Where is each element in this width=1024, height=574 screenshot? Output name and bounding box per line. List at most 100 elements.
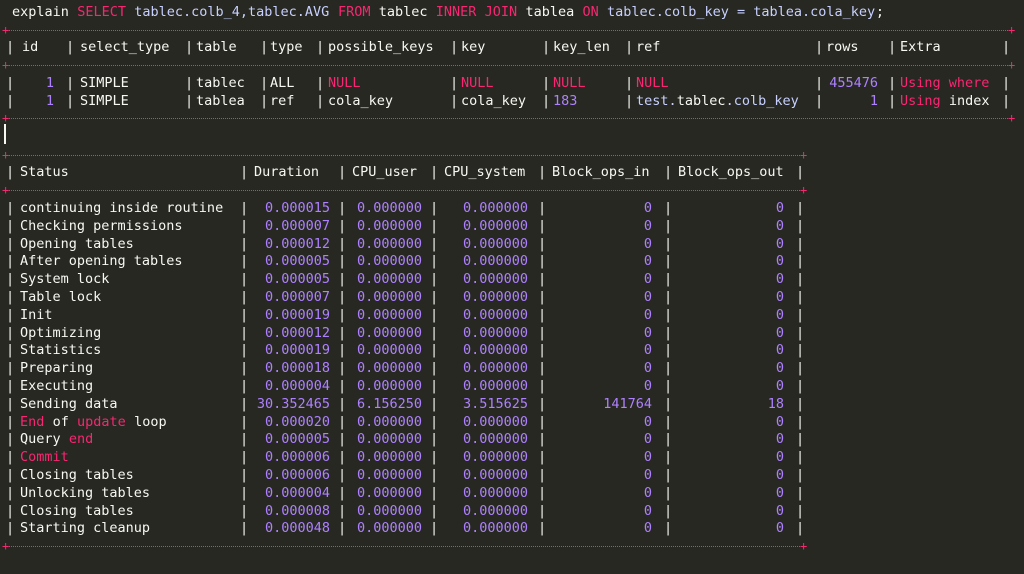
- column-separator: |: [6, 39, 15, 55]
- explain-header-select_type: select_type: [80, 39, 170, 55]
- profile-header-block-ops-in: Block_ops_in: [552, 164, 650, 180]
- column-separator: |: [6, 484, 15, 501]
- key-len-cell: 183: [553, 93, 578, 109]
- duration-cell: 0.000007: [264, 217, 330, 234]
- column-separator: |: [6, 342, 15, 359]
- query-token: tablec.colb_4,tablec.AVG: [134, 4, 338, 20]
- select-type-cell: SIMPLE: [80, 93, 129, 109]
- column-separator: |: [6, 395, 15, 412]
- status-cell: Optimizing: [20, 324, 102, 341]
- status-cell: Starting cleanup: [20, 520, 151, 537]
- cpu-system-cell: 0.000000: [462, 431, 528, 448]
- status-cell: Executing: [20, 378, 94, 394]
- block-ops-in-cell: 0: [643, 449, 652, 466]
- column-separator: |: [796, 467, 805, 483]
- profile-row: | | | | | | | Starting cleanup 0.000048 0.000000 0…: [0, 519, 1024, 537]
- table-border: [6, 546, 802, 547]
- block-ops-in-cell: 0: [643, 271, 652, 288]
- cpu-system-cell: 0.000000: [462, 467, 528, 483]
- cpu-system-cell: 0.000000: [462, 271, 528, 288]
- column-separator: |: [450, 75, 459, 91]
- key-cell: cola_key: [461, 93, 527, 109]
- column-separator: |: [542, 39, 551, 55]
- column-separator: |: [66, 39, 75, 55]
- profile-row: | | | | | | | Init 0.000019 0.000000 0.000000 0 0: [0, 306, 1024, 324]
- block-ops-in-cell: 0: [643, 484, 652, 501]
- extra-cell: Using: [900, 93, 941, 109]
- status-cell: of: [44, 413, 77, 430]
- column-separator: |: [796, 217, 805, 234]
- column-separator: |: [625, 75, 634, 91]
- status-cell: Sending data: [20, 395, 118, 412]
- cpu-user-cell: 0.000000: [356, 200, 422, 216]
- duration-cell: 30.352465: [256, 395, 330, 412]
- status-cell: End: [20, 413, 45, 430]
- column-separator: |: [6, 502, 15, 519]
- profile-row: | | | | | | | Statistics 0.000019 0.000000 0.00000…: [0, 341, 1024, 359]
- table-cell: tablec: [196, 75, 245, 91]
- border-corner: +: [2, 183, 10, 197]
- cpu-user-cell: 0.000000: [356, 484, 422, 501]
- profile-header-cpu-user: CPU_user: [352, 164, 418, 180]
- column-separator: |: [796, 502, 805, 519]
- status-cell: Opening tables: [20, 235, 134, 252]
- terminal-window[interactable]: explain SELECT tablec.colb_4,tablec.AVG …: [0, 0, 1024, 574]
- cpu-user-cell: 0.000000: [356, 449, 422, 466]
- duration-cell: 0.000048: [264, 520, 330, 537]
- status-cell: Unlocking tables: [20, 484, 151, 501]
- column-separator: |: [888, 39, 897, 55]
- duration-cell: 0.000005: [264, 431, 330, 448]
- column-separator: |: [260, 75, 269, 91]
- cpu-system-cell: 0.000000: [462, 360, 528, 377]
- column-separator: |: [888, 75, 897, 91]
- profile-row: | | | | | | | Closing tables 0.000008 0.000000 0.0…: [0, 502, 1024, 520]
- block-ops-in-cell: 0: [643, 520, 652, 537]
- block-ops-out-cell: 18: [767, 395, 784, 412]
- explain-header-key: key: [461, 39, 486, 55]
- column-separator: |: [260, 93, 269, 109]
- profile-header-status: Status: [20, 164, 69, 180]
- column-separator: |: [6, 164, 15, 180]
- column-separator: |: [796, 484, 805, 501]
- rows-cell: 1: [869, 93, 878, 109]
- block-ops-out-cell: 0: [775, 431, 784, 448]
- cpu-system-cell: 0.000000: [462, 253, 528, 270]
- block-ops-in-cell: 0: [643, 378, 652, 394]
- query-token: tablea: [525, 4, 583, 20]
- cpu-system-cell: 0.000000: [462, 413, 528, 430]
- cpu-user-cell: 0.000000: [356, 520, 422, 537]
- query-token: explain: [12, 4, 78, 20]
- block-ops-out-cell: 0: [775, 235, 784, 252]
- cpu-system-cell: 3.515625: [462, 395, 528, 412]
- block-ops-out-cell: 0: [775, 289, 784, 305]
- cpu-system-cell: 0.000000: [462, 378, 528, 394]
- profile-row: | | | | | | | Sending data 30.352465 6.156250 3.51…: [0, 395, 1024, 413]
- block-ops-in-cell: 0: [643, 502, 652, 519]
- cpu-user-cell: 0.000000: [356, 413, 422, 430]
- column-separator: |: [6, 431, 15, 448]
- explain-header-possible_keys: possible_keys: [328, 39, 434, 55]
- column-separator: |: [66, 75, 75, 91]
- cpu-user-cell: 0.000000: [356, 342, 422, 359]
- cpu-user-cell: 0.000000: [356, 467, 422, 483]
- duration-cell: 0.000005: [264, 271, 330, 288]
- profile-row: | | | | | | | Unlocking tables 0.000004 0.000000 0…: [0, 484, 1024, 502]
- cpu-system-cell: 0.000000: [462, 217, 528, 234]
- profile-header-block-ops-out: Block_ops_out: [678, 164, 784, 180]
- status-cell: Commit: [20, 449, 69, 466]
- select-type-cell: SIMPLE: [80, 75, 129, 91]
- query-token: INNER JOIN: [435, 4, 526, 20]
- ref-cell: NULL: [636, 75, 669, 91]
- border-corner: +: [2, 58, 10, 72]
- column-separator: |: [6, 217, 15, 234]
- duration-cell: 0.000005: [264, 253, 330, 270]
- border-corner: +: [800, 539, 808, 553]
- border-corner: +: [1008, 23, 1016, 37]
- key-len-cell: NULL: [553, 75, 586, 91]
- table-border: [6, 65, 1010, 66]
- block-ops-out-cell: 0: [775, 342, 784, 359]
- column-separator: |: [316, 93, 325, 109]
- column-separator: |: [338, 164, 347, 180]
- block-ops-in-cell: 141764: [603, 395, 652, 412]
- cpu-system-cell: 0.000000: [462, 289, 528, 305]
